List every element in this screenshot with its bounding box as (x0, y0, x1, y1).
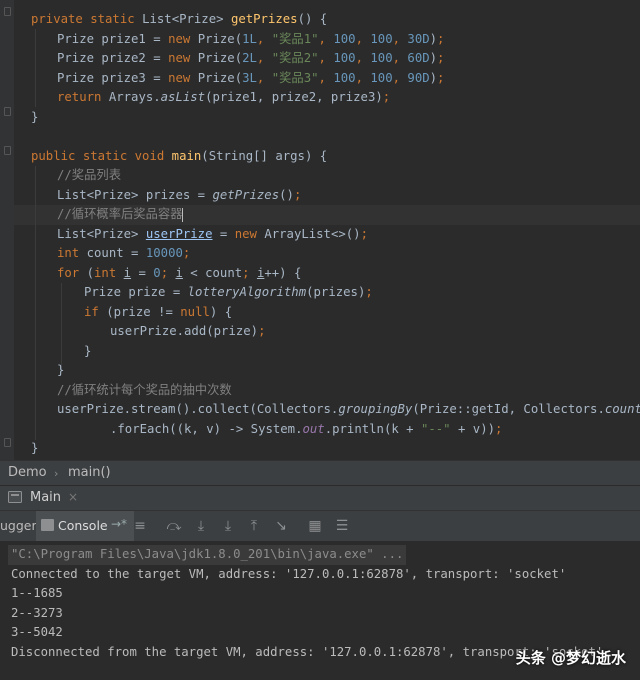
code-line-15: if (prize != null) { (84, 304, 233, 319)
console-line: 3--5042 (11, 625, 63, 639)
step-into-icon[interactable]: ⤓ (193, 518, 209, 534)
menu-lines-icon[interactable]: ≡ (132, 518, 148, 534)
step-out-icon[interactable]: ⤒ (246, 518, 262, 534)
console-icon (41, 519, 54, 531)
tab-main[interactable]: Main (30, 490, 61, 505)
code-line-17: } (84, 343, 92, 358)
indent-guide (35, 29, 36, 107)
step-over-icon[interactable]: ⤼ (166, 518, 182, 534)
code-line-7: public static void main(String[] args) { (31, 148, 328, 163)
console-line: Disconnected from the target VM, address… (11, 644, 604, 659)
watermark: 头条 @梦幻逝水 (515, 649, 626, 667)
tab-console[interactable]: Console →* (36, 511, 134, 541)
restore-layout-icon: →* (111, 517, 128, 531)
code-line-3: Prize prize2 = new Prize(2L, "奖品2", 100,… (57, 51, 445, 65)
run-to-cursor-icon[interactable]: ↘ (273, 518, 289, 534)
indent-guide (61, 283, 62, 371)
breadcrumb-class[interactable]: Demo (8, 465, 47, 480)
fold-marker[interactable] (4, 438, 11, 447)
code-line-4: Prize prize3 = new Prize(3L, "奖品3", 100,… (57, 70, 445, 85)
tab-debugger[interactable]: ugger (0, 518, 37, 533)
code-line-6: } (31, 109, 39, 124)
force-step-into-icon[interactable]: ⤓ (220, 518, 236, 534)
console-line: 1--1685 (11, 586, 63, 600)
code-line-19: //循环统计每个奖品的抽中次数 (57, 382, 232, 397)
console-line: 2--3273 (11, 605, 63, 620)
code-line-22: } (31, 441, 39, 455)
console-line: Connected to the target VM, address: '12… (11, 566, 567, 581)
breadcrumb: Demo › main() (0, 460, 640, 485)
code-line-5: return Arrays.asList(prize1, prize2, pri… (57, 90, 391, 104)
evaluate-expression-icon[interactable]: ▦ (307, 518, 323, 534)
fold-marker[interactable] (4, 146, 11, 155)
tab-console-label: Console (58, 518, 108, 533)
code-line-13: for (int i = 0; i < count; i++) { (57, 265, 302, 280)
code-line-8: //奖品列表 (57, 168, 121, 182)
code-line-18: } (57, 363, 65, 377)
chevron-right-icon: › (54, 467, 59, 480)
trace-icon[interactable]: ☰ (334, 518, 350, 534)
code-line-11: List<Prize> userPrize = new ArrayList<>(… (57, 226, 368, 241)
text-caret (182, 207, 184, 222)
code-line-10: //循环概率后奖品容器 (57, 207, 184, 222)
run-tool-window-header: Main × (0, 485, 640, 511)
code-line-12: int count = 10000; (57, 246, 191, 260)
code-line-20: userPrize.stream().collect(Collectors.gr… (57, 402, 640, 416)
code-line-21: .forEach((k, v) -> System.out.println(k … (110, 421, 503, 436)
indent-guide (35, 166, 36, 440)
debug-toolbar: ugger Console →* ≡ ⤼ ⤓ ⤓ ⤒ ↘ ▦ ☰ (0, 510, 640, 542)
close-tab-icon[interactable]: × (68, 490, 78, 504)
editor-gutter (0, 0, 14, 460)
fold-marker[interactable] (4, 7, 11, 16)
code-line-1: private static List<Prize> getPrizes() { (31, 12, 328, 26)
code-editor[interactable]: private static List<Prize> getPrizes() {… (0, 0, 640, 460)
console-command-line[interactable]: "C:\Program Files\Java\jdk1.8.0_201\bin\… (8, 545, 407, 565)
fold-marker[interactable] (4, 107, 11, 116)
run-config-icon (8, 491, 22, 503)
code-line-2: Prize prize1 = new Prize(1L, "奖品1", 100,… (57, 31, 445, 46)
code-line-16: userPrize.add(prize); (110, 324, 266, 338)
breadcrumb-method[interactable]: main() (68, 465, 111, 480)
code-line-14: Prize prize = lotteryAlgorithm(prizes); (84, 285, 373, 299)
code-line-9: List<Prize> prizes = getPrizes(); (57, 187, 302, 202)
